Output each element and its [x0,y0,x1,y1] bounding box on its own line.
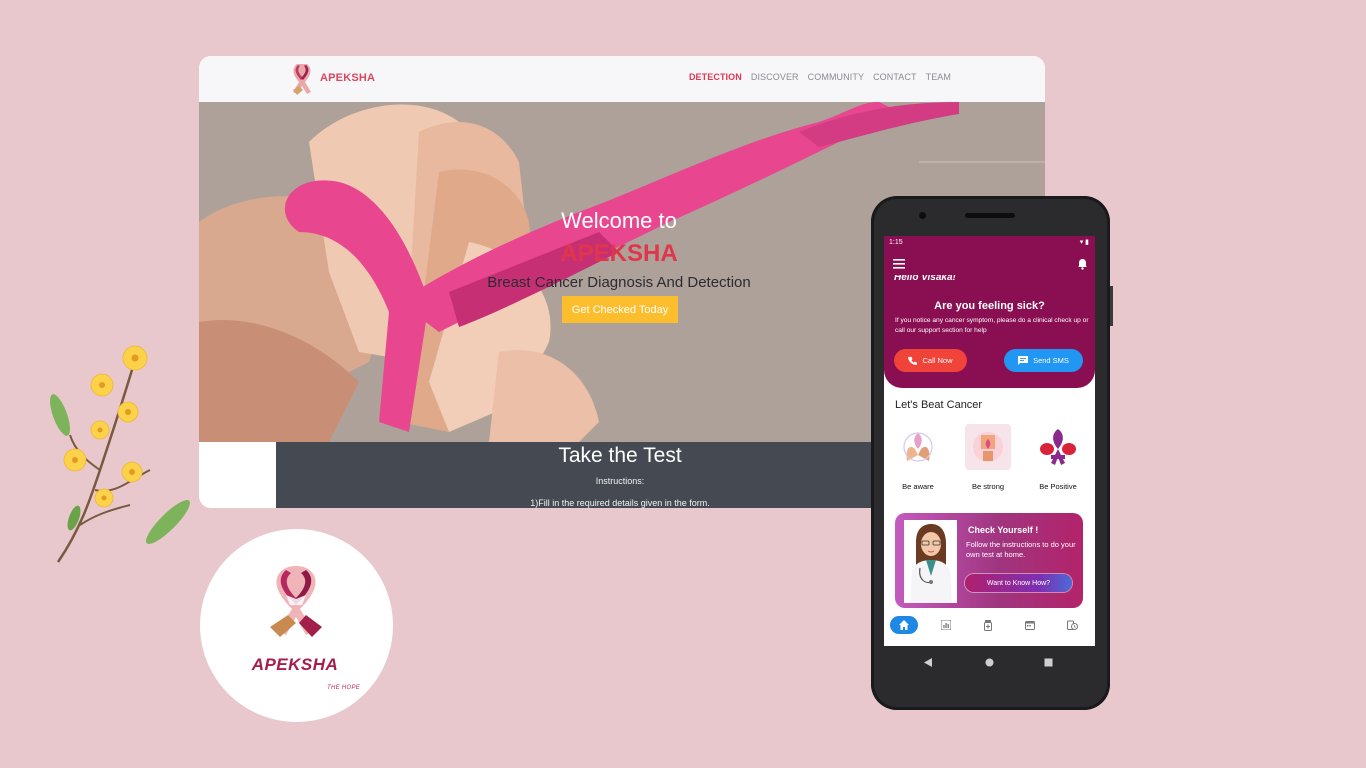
tile-label-be-positive: Be Positive [1039,482,1077,491]
bottom-navigation [884,614,1095,636]
front-camera [919,212,926,219]
home-circle-icon[interactable] [985,654,994,672]
phone-mockup: 1:15 ▾ ▮ Hello Visaka! Are you feeling s… [871,196,1113,710]
chart-icon [941,620,951,630]
nav-calendar[interactable] [1016,616,1044,634]
nav-history[interactable] [1058,616,1086,634]
history-icon [1066,620,1078,630]
back-icon[interactable] [924,654,932,672]
take-test-title: Take the Test [558,444,682,467]
check-yourself-card: Check Yourself ! Follow the instructions… [895,513,1083,608]
logo-badge: APEKSHA THE HOPE [200,529,393,722]
calendar-icon [1025,621,1035,630]
nav-discover[interactable]: DISCOVER [751,72,799,82]
hands-ribbon-icon [895,424,941,470]
phone-speaker [965,213,1015,218]
tile-be-positive[interactable]: Be Positive [1033,424,1083,491]
logo-name: APEKSHA [251,655,339,674]
get-checked-button[interactable]: Get Checked Today [562,296,678,323]
want-to-know-how-button[interactable]: Want to Know How? [965,574,1072,592]
check-yourself-title: Check Yourself ! [968,525,1039,535]
hamburger-menu-icon[interactable] [893,259,905,269]
app-screen: 1:15 ▾ ▮ Hello Visaka! Are you feeling s… [884,236,1095,646]
ribbon-logo-icon[interactable] [287,60,317,98]
phone-side-button [1110,286,1113,326]
send-sms-button[interactable]: Send SMS [1004,349,1083,372]
tile-label-be-aware: Be aware [902,482,934,491]
call-now-label: Call Now [922,356,953,365]
instruction-step-1: 1)Fill in the required details given in … [530,498,710,508]
nav-home[interactable] [890,616,918,634]
section-title: Let's Beat Cancer [895,399,983,411]
sick-header-card: Hello Visaka! Are you feeling sick? If y… [884,250,1095,388]
logo-tagline: THE HOPE [327,685,361,691]
nav-medicine[interactable] [974,616,1002,634]
fist-ribbon-icon [965,424,1011,470]
website-brand[interactable]: APEKSHA [320,72,375,84]
tile-label-be-strong: Be strong [971,482,1005,491]
status-icons: ▾ ▮ [1079,239,1089,246]
nav-team[interactable]: TEAM [926,72,951,82]
doctor-illustration [904,520,957,603]
call-now-button[interactable]: Call Now [894,349,967,372]
website-menu: DETECTION DISCOVER COMMUNITY CONTACT TEA… [689,72,951,82]
android-navigation-bar [884,646,1095,672]
bell-icon[interactable] [1077,258,1088,270]
sick-description: If you notice any cancer symptom, please… [895,317,1089,334]
home-icon [899,620,909,630]
sick-title: Are you feeling sick? [934,300,1045,312]
nav-detection[interactable]: DETECTION [689,72,742,82]
message-icon [1018,356,1029,365]
yellow-flower-branch-decoration [50,345,190,563]
phone-icon [908,356,918,365]
apeksha-ribbon-logo-icon [270,566,322,637]
nav-stats[interactable] [932,616,960,634]
send-sms-label: Send SMS [1033,356,1069,365]
instructions-label: Instructions: [595,476,645,486]
status-time: 1:15 [889,239,903,246]
check-yourself-text: Follow the instructions to do your own t… [966,540,1076,559]
nav-community[interactable]: COMMUNITY [808,72,864,82]
ribbon-gloves-icon [1035,424,1081,470]
tile-be-aware[interactable]: Be aware [893,424,943,491]
tile-be-strong[interactable]: Be strong [963,424,1013,491]
recents-square-icon[interactable] [1044,654,1053,672]
nav-contact[interactable]: CONTACT [873,72,917,82]
status-bar: 1:15 ▾ ▮ [884,236,1095,250]
medicine-icon [984,619,992,631]
website-navbar: APEKSHA DETECTION DISCOVER COMMUNITY CON… [199,56,1045,102]
greeting-text: Hello Visaka! [894,275,956,283]
